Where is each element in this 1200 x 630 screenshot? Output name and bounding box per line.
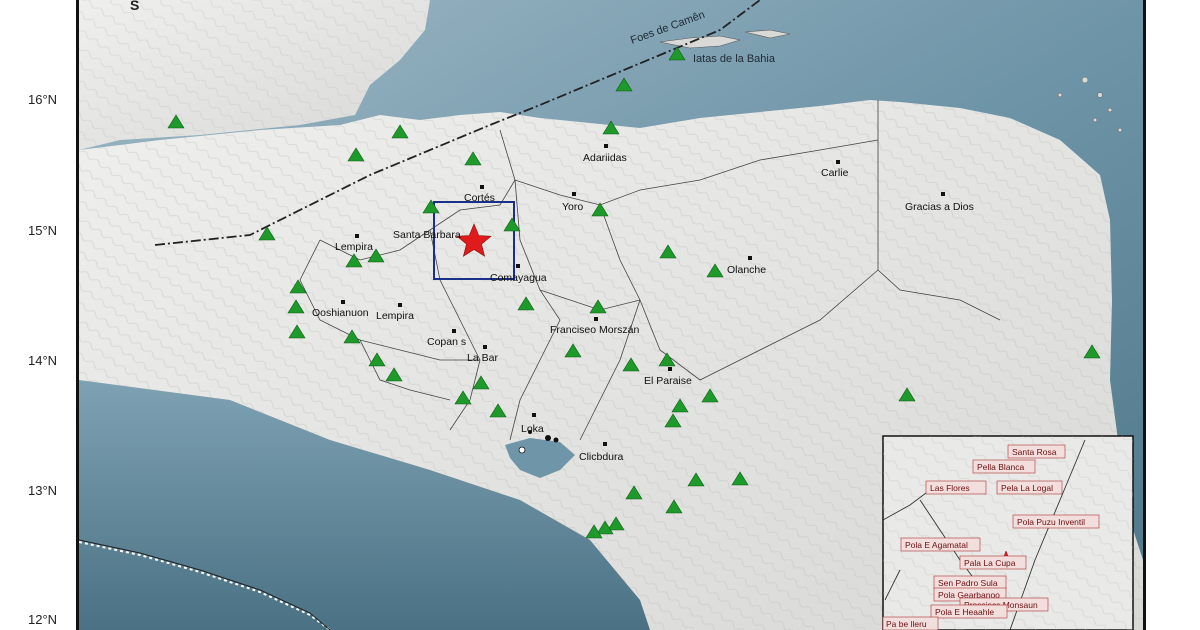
islands-label: Iatas de la Bahia: [693, 53, 776, 65]
latitude-label-14: 14°N: [28, 353, 58, 368]
place-label: Copan s: [427, 336, 466, 348]
inset-label: Sen Padro Sula: [938, 578, 998, 588]
place-label: Clicbdura: [579, 451, 624, 463]
inset-label: Pa be lleru: [886, 619, 927, 629]
place-label: Carlie: [821, 167, 849, 179]
place-label: Gracias a Dios: [905, 201, 974, 213]
inset-map: Santa Rosa Pella Blanca Las Flores Pela …: [882, 435, 1134, 630]
corner-text: S: [130, 0, 139, 13]
latitude-label-16: 16°N: [28, 92, 58, 107]
place-label: Loka: [521, 423, 544, 435]
place-label: Adariidas: [583, 152, 627, 164]
seismic-map: Adariidas Carlie Cortés Santa Barbara Yo…: [0, 0, 1200, 630]
inset-label: Pela La Logal: [1001, 483, 1053, 493]
place-label: El Paraise: [644, 375, 692, 387]
latitude-label-12: 12°N: [28, 612, 58, 627]
inset-label: Pella Blanca: [977, 462, 1025, 472]
inset-label: Pala La Cupa: [964, 558, 1016, 568]
place-label: Franciseo Morszán: [550, 324, 639, 336]
map-frame-right: [1143, 0, 1146, 630]
place-label: Comayagua: [490, 272, 547, 284]
map-frame-left: [76, 0, 79, 630]
place-label: La Bar: [467, 352, 498, 364]
inset-label: Pola E Heaahle: [935, 607, 994, 617]
inset-label: Santa Rosa: [1012, 447, 1057, 457]
place-label: Santa Barbara: [393, 229, 461, 241]
map-canvas: Adariidas Carlie Cortés Santa Barbara Yo…: [78, 0, 1143, 630]
inset-label: Pola E Agamatal: [905, 540, 968, 550]
latitude-label-15: 15°N: [28, 223, 58, 238]
place-label: Olanche: [727, 264, 766, 276]
place-label: Yoro: [562, 201, 583, 213]
inset-label: Las Flores: [930, 483, 970, 493]
inset-label: Pola Puzu Inventil: [1017, 517, 1085, 527]
place-label: Ooshianuon: [312, 307, 369, 319]
place-label: Lempira: [335, 241, 373, 253]
place-label: Cortés: [464, 192, 495, 204]
latitude-label-13: 13°N: [28, 483, 58, 498]
place-label: Lempira: [376, 310, 414, 322]
